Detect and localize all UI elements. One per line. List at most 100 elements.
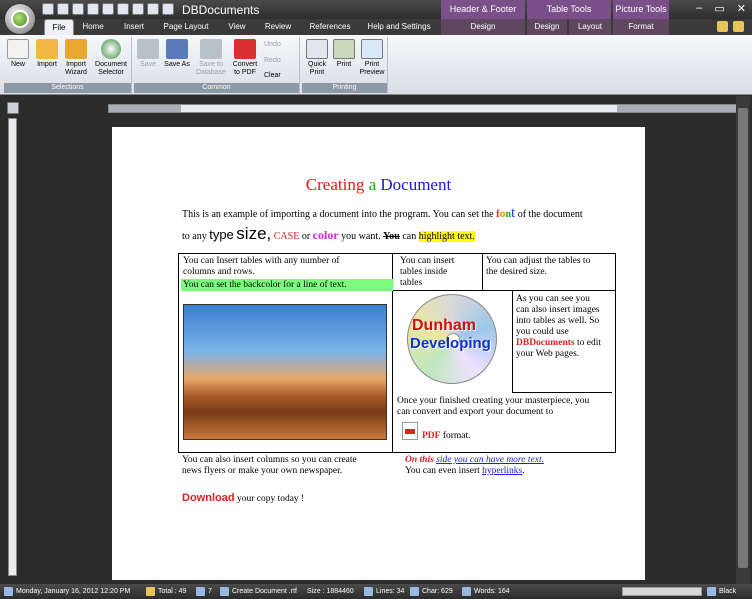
calendar-icon [4, 586, 13, 596]
table-cell: You can adjust the tables to the desired… [486, 256, 591, 277]
document-icon [220, 586, 229, 596]
group-label-printing: Printing [302, 83, 387, 93]
save-as-button[interactable]: Save As [162, 39, 192, 69]
table-cell: You can insert tables inside tables [400, 256, 455, 288]
document-page[interactable]: Creating a Document This is an example o… [112, 127, 645, 580]
group-common: Save Save As Save to Database Convert to… [134, 37, 300, 93]
ribbon-tab-row: File Home Insert Page Layout View Review… [0, 19, 752, 35]
status-words: Words: 164 [462, 584, 510, 599]
pdf-icon[interactable] [117, 3, 129, 15]
paragraph-intro: This is an example of importing a docume… [182, 205, 583, 221]
tab-table-layout[interactable]: Layout [569, 19, 611, 35]
new-icon[interactable] [42, 3, 54, 15]
minimize-icon[interactable]: – [696, 2, 702, 15]
save-button[interactable]: Save [136, 39, 160, 69]
print-button[interactable]: Print [332, 39, 356, 69]
save-as-icon [166, 39, 188, 59]
document-selector-button[interactable]: Document Selector [92, 39, 130, 77]
undo-button[interactable]: Undo [264, 41, 281, 48]
hyperlink[interactable]: hyperlinks [482, 466, 522, 476]
ribbon: New Import Import Wizard Document Select… [0, 35, 752, 95]
download-line: Download your copy today ! [182, 492, 305, 505]
dunham-developing-logo[interactable]: Dunham Developing [407, 294, 497, 384]
open-icon[interactable] [57, 3, 69, 15]
tab-view[interactable]: View [222, 19, 252, 35]
backcolor-text: You can set the backcolor for a line of … [183, 280, 347, 290]
columns-right: On this side you can have more text. You… [405, 455, 544, 476]
convert-to-pdf-button[interactable]: Convert to PDF [230, 39, 260, 77]
vertical-ruler[interactable] [8, 118, 17, 576]
app-title: DBDocuments [182, 3, 260, 17]
folder-open-icon [36, 39, 58, 59]
print-preview-button[interactable]: Print Preview [358, 39, 386, 77]
context-group-table-tools: Table Tools [527, 0, 611, 19]
pdf-icon [402, 422, 418, 440]
tab-stop-selector[interactable] [7, 102, 19, 114]
status-chars: Char: 629 [410, 584, 453, 599]
group-label-common: Common [134, 83, 299, 93]
pdf-format-text: PDF format. [422, 431, 471, 441]
document-heading: Creating a Document [305, 175, 452, 194]
save-icon [137, 39, 159, 59]
help-icon[interactable] [162, 3, 174, 15]
tab-file[interactable]: File [44, 19, 74, 35]
status-total: Total : 49 [146, 584, 186, 599]
new-button[interactable]: New [6, 39, 30, 69]
maximize-icon[interactable]: ▭ [714, 2, 724, 15]
status-lines: Lines: 34 [364, 584, 404, 599]
print-icon[interactable] [87, 3, 99, 15]
columns-left: You can also insert columns so you can c… [182, 455, 357, 476]
save-icon[interactable] [72, 3, 84, 15]
wizard-icon [65, 39, 87, 59]
application-menu-button[interactable] [4, 3, 36, 35]
group-selections: New Import Import Wizard Document Select… [4, 37, 132, 93]
tab-picture-format[interactable]: Format [613, 19, 669, 35]
close-icon[interactable]: ✕ [737, 2, 746, 15]
import-button[interactable]: Import [34, 39, 60, 69]
count-icon [196, 586, 205, 596]
tab-table-design[interactable]: Design [527, 19, 567, 35]
preview-icon[interactable] [102, 3, 114, 15]
status-file: Create Document .rtf [220, 584, 297, 599]
vertical-scrollbar[interactable] [736, 96, 750, 584]
clear-button[interactable]: Clear [264, 72, 281, 79]
chars-icon [410, 586, 419, 596]
preview-icon [361, 39, 383, 59]
theme-selector-track[interactable] [622, 587, 702, 596]
context-group-picture-tools: Picture Tools [613, 0, 669, 19]
tab-review[interactable]: Review [260, 19, 296, 35]
table-cell: Once your finished creating your masterp… [397, 396, 590, 417]
lines-icon [364, 586, 373, 596]
paragraph-formatting: to any type size, CASE or color you want… [182, 224, 475, 243]
window-controls: – ▭ ✕ [696, 2, 746, 15]
tab-header-footer-design[interactable]: Design [441, 19, 525, 35]
words-icon [462, 586, 471, 596]
theme-icon [707, 586, 716, 596]
tab-help-settings[interactable]: Help and Settings [366, 19, 432, 35]
save-to-database-button[interactable]: Save to Database [194, 39, 228, 77]
tab-references[interactable]: References [306, 19, 354, 35]
table-cell: You can Insert tables with any number of… [183, 256, 340, 277]
import-wizard-button[interactable]: Import Wizard [62, 39, 90, 77]
document-table[interactable]: You can Insert tables with any number of… [178, 253, 616, 453]
customize-icon[interactable] [147, 3, 159, 15]
folder-icon[interactable] [733, 21, 744, 32]
tab-page-layout[interactable]: Page Layout [160, 19, 212, 35]
status-size: Size : 1884460 [307, 588, 354, 595]
pdf-icon [234, 39, 256, 59]
table-cell: As you can see you can also insert image… [516, 294, 601, 359]
desert-image[interactable] [183, 304, 387, 440]
group-printing: Quick Print Print Print Preview Printing [302, 37, 388, 93]
scrollbar-thumb[interactable] [738, 108, 748, 568]
horizontal-ruler[interactable] [108, 104, 738, 113]
group-label-selections: Selections [4, 83, 131, 93]
theme-selector[interactable]: Black [707, 584, 736, 599]
status-bar: Monday, January 16, 2012 12:20 PM Total … [0, 584, 752, 599]
tab-insert[interactable]: Insert [118, 19, 150, 35]
quick-print-button[interactable]: Quick Print [304, 39, 330, 77]
redo-button[interactable]: Redo [264, 57, 281, 64]
tab-home[interactable]: Home [78, 19, 108, 35]
undo-icon[interactable] [132, 3, 144, 15]
help-icon[interactable] [717, 21, 728, 32]
printer-icon [306, 39, 328, 59]
